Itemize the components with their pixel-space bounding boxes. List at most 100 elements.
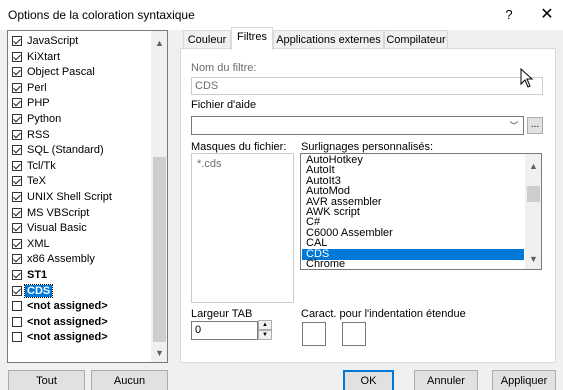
language-label: PHP: [27, 97, 50, 110]
language-checkbox[interactable]: [12, 36, 22, 46]
indent-char-field-2[interactable]: [342, 322, 366, 346]
language-checkbox[interactable]: [12, 316, 22, 327]
language-item[interactable]: Tcl/Tk: [8, 160, 151, 172]
language-label: ST1: [27, 269, 48, 281]
file-masks-list[interactable]: *.cds: [191, 153, 294, 303]
language-checkbox[interactable]: [12, 207, 22, 218]
language-checkbox[interactable]: [12, 332, 22, 343]
custom-highlights-label: Surlignages personnalisés:: [301, 141, 434, 153]
tab-width-label: Largeur TAB: [191, 308, 253, 320]
close-button[interactable]: ✕: [536, 5, 558, 25]
language-item[interactable]: Visual Basic: [8, 222, 151, 234]
language-label: SQL (Standard): [27, 144, 104, 157]
language-list-scrollbar[interactable]: ▲ ▼: [151, 31, 167, 362]
highlight-item[interactable]: AutoHotkey: [302, 155, 524, 166]
language-label: RSS: [27, 128, 50, 141]
tab-compilateur[interactable]: Compilateur: [384, 30, 448, 50]
language-checkbox[interactable]: [12, 238, 22, 249]
scroll-up-icon[interactable]: ▲: [151, 35, 167, 51]
language-item[interactable]: RSS: [8, 129, 151, 141]
title-bar: Options de la coloration syntaxique ? ✕: [0, 0, 563, 30]
filter-name-field[interactable]: CDS: [191, 77, 543, 95]
help-file-combo[interactable]: [191, 116, 524, 135]
ok-button[interactable]: OK: [343, 370, 394, 390]
mouse-cursor-icon: [520, 68, 534, 88]
language-checkbox[interactable]: [12, 301, 22, 312]
language-checkbox[interactable]: [12, 145, 22, 156]
language-checkbox[interactable]: [12, 160, 22, 171]
language-item[interactable]: TeX: [8, 175, 151, 187]
window-title: Options de la coloration syntaxique: [8, 8, 195, 22]
highlight-item[interactable]: C6000 Assembler: [302, 227, 524, 239]
language-label: MS VBScript: [27, 206, 90, 219]
language-checkbox[interactable]: [12, 98, 22, 109]
custom-highlights-list[interactable]: ▲ ▼ AutoHotkey AutoIt AutoIt3 AutoMod AVR as…: [300, 153, 542, 270]
language-checkbox[interactable]: [12, 192, 22, 202]
language-label: Tcl/Tk: [27, 159, 56, 172]
language-checkbox[interactable]: [12, 270, 22, 280]
filter-name-label: Nom du filtre:: [191, 62, 257, 74]
spin-down-icon[interactable]: ▼: [258, 330, 272, 340]
indent-char-field-1[interactable]: [302, 322, 326, 346]
tab-width-input[interactable]: 0: [191, 321, 258, 340]
cancel-button[interactable]: Annuler: [414, 370, 478, 390]
language-label: x86 Assembly: [27, 253, 95, 266]
browse-button[interactable]: ...: [527, 117, 543, 134]
language-label: KiXtart: [27, 50, 61, 63]
scroll-down-icon[interactable]: ▼: [151, 345, 167, 361]
language-item[interactable]: CDS: [8, 283, 151, 298]
language-item[interactable]: ST1: [8, 269, 151, 281]
chevron-down-icon[interactable]: ﹀: [507, 118, 521, 134]
language-item[interactable]: <not assigned>: [8, 331, 151, 343]
language-checkbox[interactable]: [12, 254, 22, 265]
spin-up-icon[interactable]: ▲: [258, 320, 272, 330]
language-label: <not assigned>: [27, 315, 108, 328]
highlight-item[interactable]: AWK script: [302, 207, 524, 218]
language-item[interactable]: x86 Assembly: [8, 253, 151, 265]
language-label: <not assigned>: [27, 331, 108, 344]
language-checkbox[interactable]: [12, 223, 22, 234]
file-mask-item[interactable]: *.cds: [197, 158, 221, 170]
language-item[interactable]: <not assigned>: [8, 316, 151, 328]
language-item[interactable]: UNIX Shell Script: [8, 191, 151, 203]
language-item[interactable]: Perl: [8, 82, 151, 94]
scroll-up-icon[interactable]: ▲: [525, 159, 541, 173]
language-item[interactable]: JavaScript: [8, 35, 151, 47]
select-all-button[interactable]: Tout: [8, 370, 85, 390]
tab-filtres[interactable]: Filtres: [231, 27, 273, 50]
highlights-scrollbar[interactable]: ▲ ▼: [525, 154, 541, 269]
indent-chars-label: Caract. pour l'indentation étendue: [301, 308, 466, 320]
language-checkbox[interactable]: [12, 82, 22, 93]
language-label: CDS: [23, 283, 54, 298]
language-item[interactable]: Python: [8, 113, 151, 125]
select-none-button[interactable]: Aucun: [91, 370, 168, 390]
tab-couleur[interactable]: Couleur: [183, 30, 231, 50]
language-label: JavaScript: [27, 35, 79, 47]
language-checkbox[interactable]: [12, 129, 22, 140]
scroll-down-icon[interactable]: ▼: [525, 252, 541, 266]
language-list[interactable]: ▲ ▼ JavaScript KiXtart Object Pascal Perl PH…: [7, 30, 168, 363]
language-item[interactable]: SQL (Standard): [8, 144, 151, 156]
highlight-item[interactable]: Chrome: [302, 259, 524, 270]
language-checkbox[interactable]: [12, 114, 22, 124]
language-item[interactable]: KiXtart: [8, 51, 151, 63]
tab-applications-externes[interactable]: Applications externes: [273, 30, 384, 50]
help-button[interactable]: ?: [499, 5, 519, 25]
language-checkbox[interactable]: [12, 51, 22, 62]
language-label: XML: [27, 237, 50, 250]
language-item[interactable]: MS VBScript: [8, 207, 151, 219]
language-label: Python: [27, 113, 62, 125]
apply-button[interactable]: Appliquer: [492, 370, 556, 390]
language-item[interactable]: PHP: [8, 97, 151, 109]
language-item[interactable]: <not assigned>: [8, 300, 151, 312]
scrollbar-thumb[interactable]: [527, 186, 540, 202]
language-item[interactable]: Object Pascal: [8, 66, 151, 78]
language-label: Visual Basic: [27, 222, 87, 235]
highlight-item[interactable]: CAL: [302, 238, 524, 249]
language-checkbox[interactable]: [12, 176, 22, 187]
language-checkbox[interactable]: [12, 67, 22, 78]
language-checkbox[interactable]: [12, 285, 22, 296]
scrollbar-thumb[interactable]: [153, 157, 166, 342]
tab-width-spinner[interactable]: ▲ ▼: [258, 320, 272, 340]
language-item[interactable]: XML: [8, 238, 151, 250]
